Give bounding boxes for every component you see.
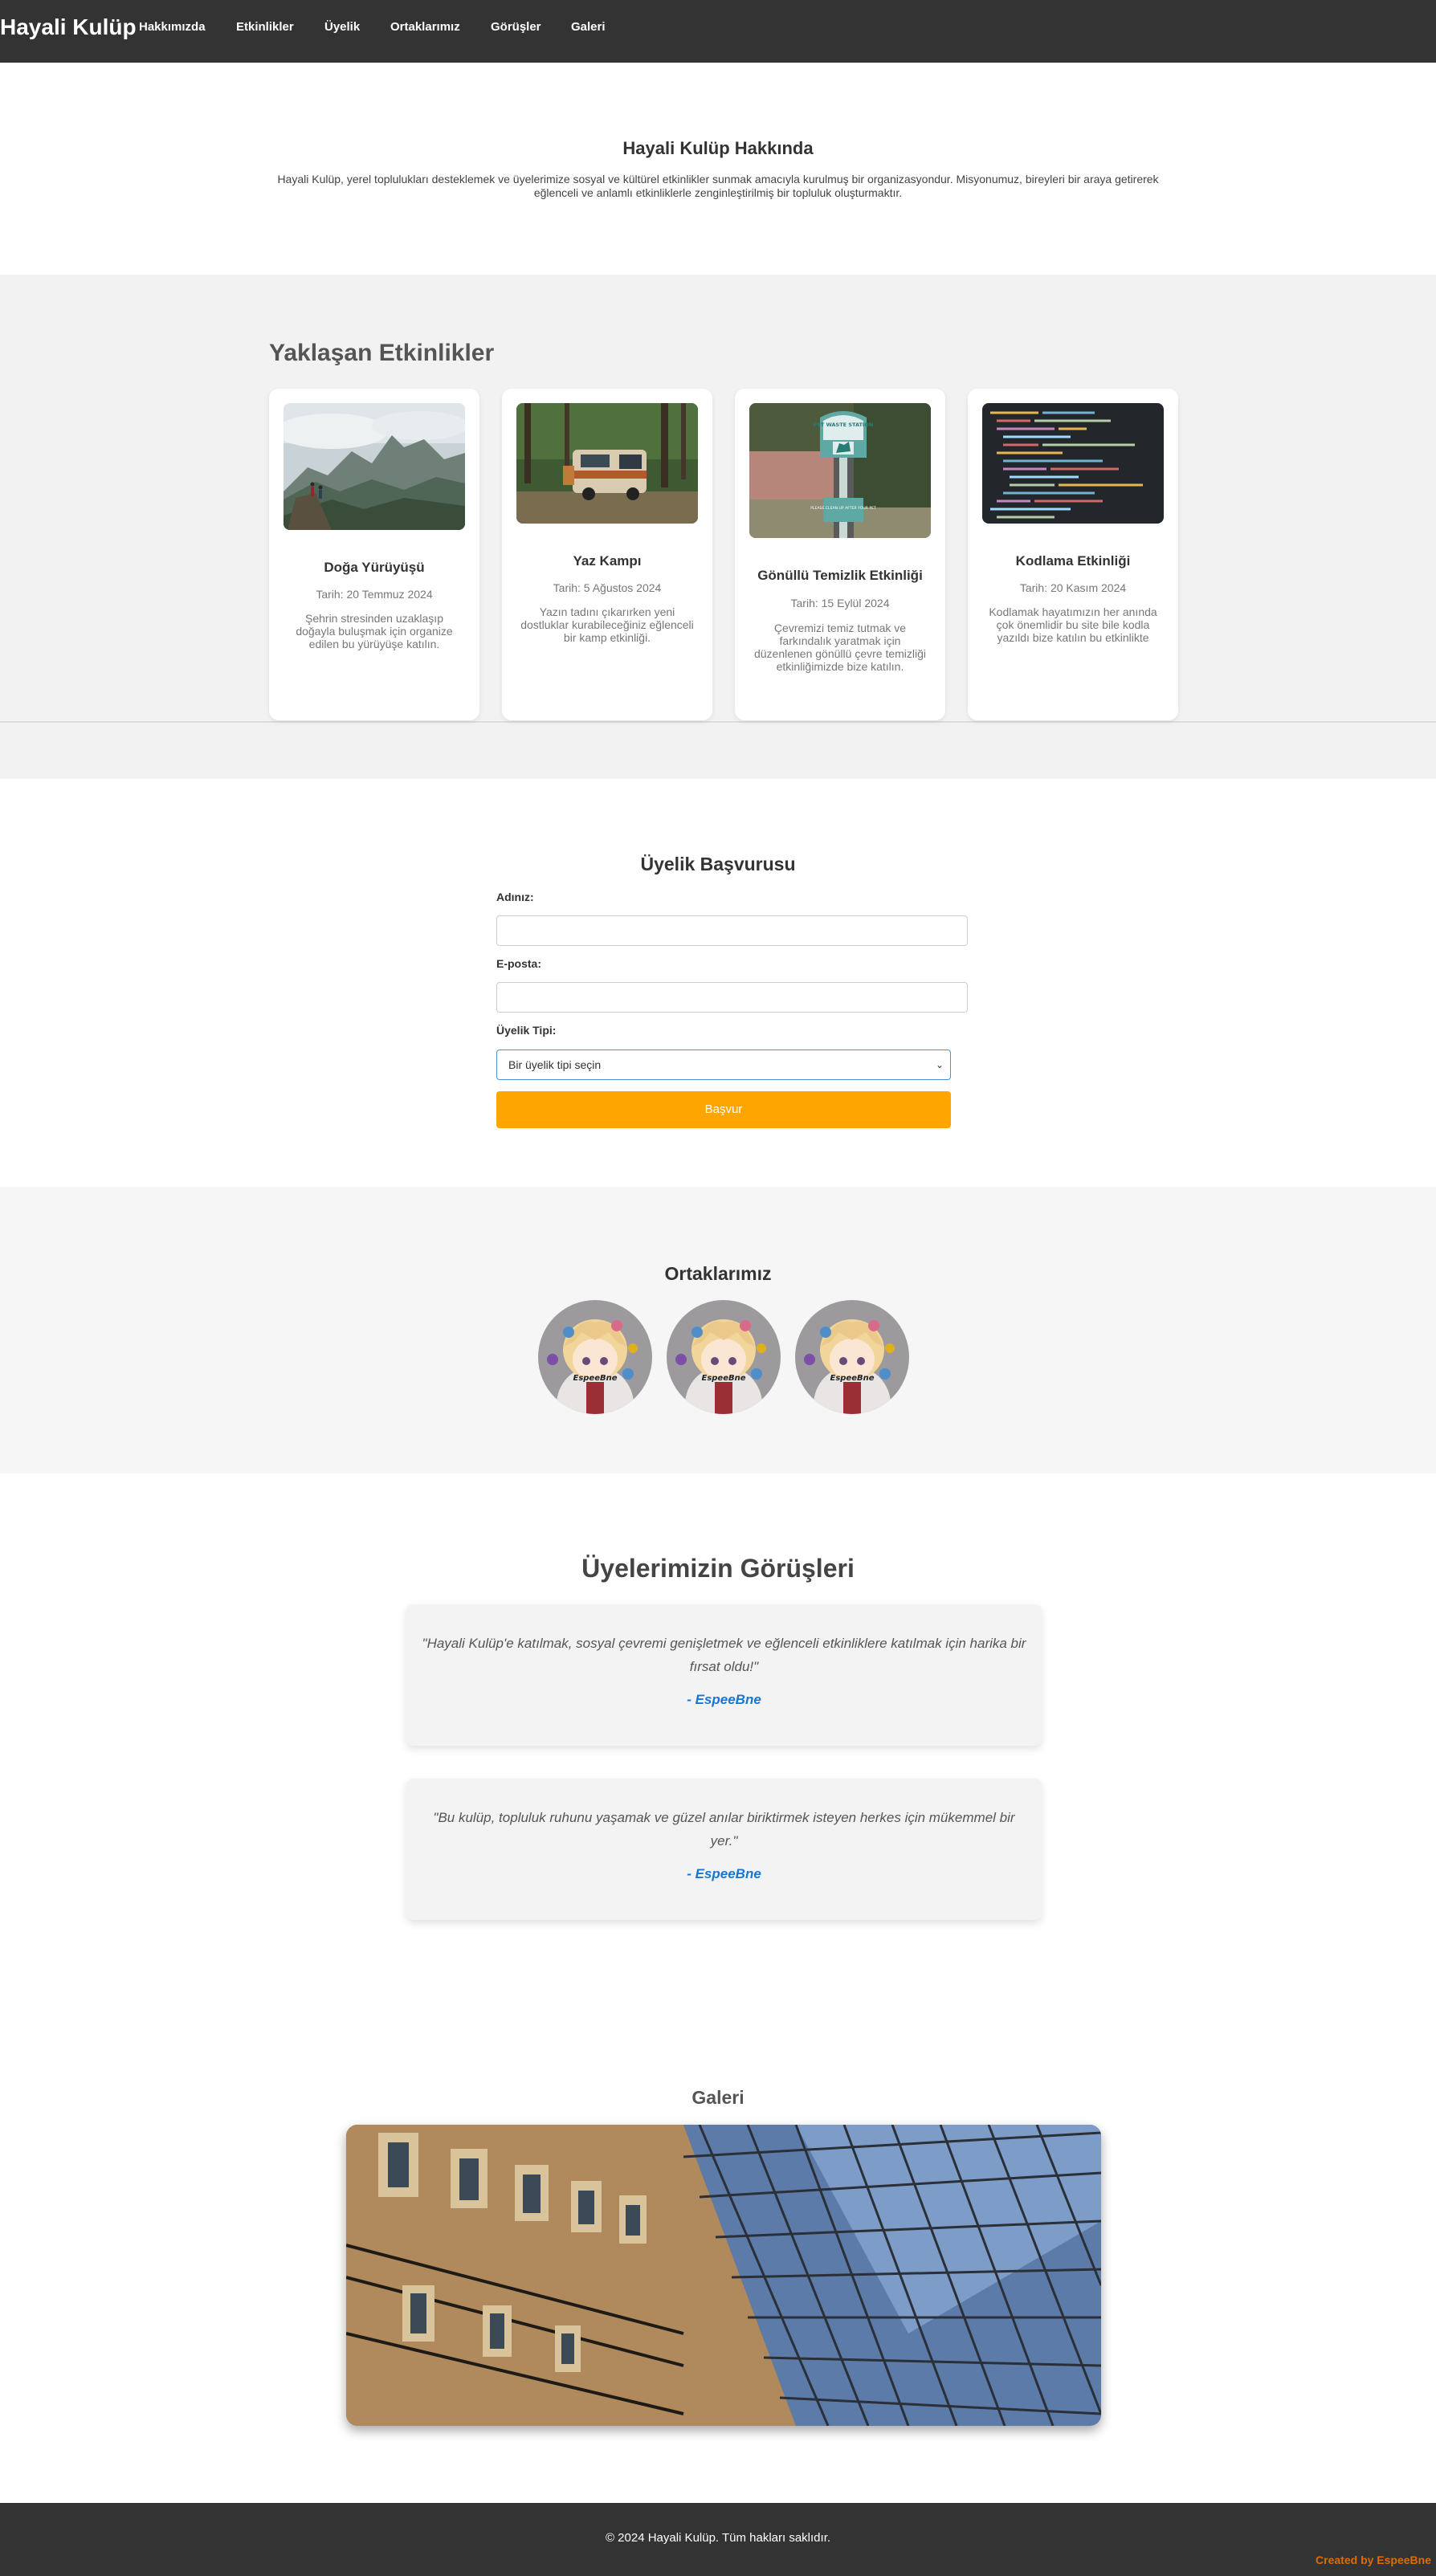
about-text: Hayali Kulüp, yerel toplulukları destekl… [277,173,1159,199]
testimonial-card: "Hayali Kulüp'e katılmak, sosyal çevremi… [406,1604,1042,1746]
gallery-title: Galeri [691,2087,745,2108]
membership-type-value: Bir üyelik tipi seçin [508,1058,602,1071]
membership-title: Üyelik Başvurusu [640,854,796,874]
testimonial-author[interactable]: - EspeeBne [406,1865,1042,1883]
code-screen-photo [982,403,1164,524]
site-footer: © 2024 Hayali Kulüp. Tüm hakları saklıdı… [0,2503,1436,2576]
nav-link-partners[interactable]: Ortaklarımız [390,19,460,35]
footer-credit[interactable]: Created by EspeeBne [1316,2553,1431,2567]
partners-title: Ortaklarımız [664,1263,772,1284]
section-divider [0,721,1436,723]
gallery-arcade-building-photo[interactable] [346,2125,1101,2426]
events-title: Yaklaşan Etkinlikler [269,340,495,366]
event-date: Tarih: 20 Temmuz 2024 [316,588,433,601]
chevron-down-icon: ⌄ [935,1059,944,1070]
partner-logo[interactable]: EspeeBne [795,1300,909,1414]
name-label: Adınız: [496,891,534,903]
event-title: Doğa Yürüyüşü [324,560,425,575]
event-card-camp: Yaz Kampı Tarih: 5 Ağustos 2024 Yazın ta… [502,389,712,720]
partner-logo-text: EspeeBne [830,1374,874,1383]
event-date: Tarih: 5 Ağustos 2024 [553,581,662,594]
sign-bottom-text: PLEASE CLEAN UP AFTER YOUR PET [810,506,876,511]
event-description: Şehrin stresinden uzaklaşıp doğayla bulu… [296,612,453,650]
testimonials-title: Üyelerimizin Görüşleri [581,1554,855,1583]
testimonial-author[interactable]: - EspeeBne [406,1691,1042,1709]
event-title: Kodlama Etkinliği [1015,553,1131,569]
event-card-hike: Doğa Yürüyüşü Tarih: 20 Temmuz 2024 Şehr… [269,389,479,720]
testimonial-card: "Bu kulüp, topluluk ruhunu yaşamak ve gü… [406,1779,1042,1920]
nav-link-membership[interactable]: Üyelik [324,19,360,35]
event-description: Çevremizi temiz tutmak ve farkındalık ya… [753,622,927,673]
testimonial-quote: "Bu kulüp, topluluk ruhunu yaşamak ve gü… [433,1810,1015,1848]
event-card-coding: Kodlama Etkinliği Tarih: 20 Kasım 2024 K… [968,389,1178,720]
nav-link-testimonials[interactable]: Görüşler [491,19,541,35]
top-nav: Hayali Kulüp Hakkımızda Etkinlikler Üyel… [0,0,1436,63]
email-input[interactable] [496,982,968,1013]
event-date: Tarih: 15 Eylül 2024 [790,597,890,609]
event-description: Kodlamak hayatımızın her anında çok önem… [989,605,1157,644]
email-label: E-posta: [496,957,541,970]
events-section [0,275,1436,779]
footer-copyright: © 2024 Hayali Kulüp. Tüm hakları saklıdı… [605,2531,831,2545]
membership-type-select[interactable]: Bir üyelik tipi seçin ⌄ [496,1050,951,1080]
nav-link-about[interactable]: Hakkımızda [139,19,206,35]
event-title: Yaz Kampı [573,553,642,569]
event-description: Yazın tadını çıkarırken yeni dostluklar … [520,605,694,644]
membership-type-label: Üyelik Tipi: [496,1024,557,1037]
partner-logo[interactable]: EspeeBne [538,1300,652,1414]
nav-link-events[interactable]: Etkinlikler [236,19,294,35]
partner-logo-text: EspeeBne [701,1374,745,1383]
event-date: Tarih: 20 Kasım 2024 [1019,581,1127,594]
sign-top-text: PET WASTE STATION [814,422,874,428]
camper-van-forest-photo [516,403,698,524]
nav-link-gallery[interactable]: Galeri [571,19,606,35]
pet-waste-station-photo: PET WASTE STATION PLEASE CLEAN UP AFTER … [749,403,931,538]
submit-application-button[interactable]: Başvur [496,1091,951,1128]
name-input[interactable] [496,915,968,946]
partner-logo[interactable]: EspeeBne [667,1300,781,1414]
partner-logo-text: EspeeBne [573,1374,617,1383]
site-brand[interactable]: Hayali Kulüp [0,13,137,42]
mountain-hikers-photo [284,403,465,530]
event-title: Gönüllü Temizlik Etkinliği [757,568,923,583]
testimonial-quote: "Hayali Kulüp'e katılmak, sosyal çevremi… [422,1636,1026,1674]
about-title: Hayali Kulüp Hakkında [622,138,814,158]
event-card-cleanup: PET WASTE STATION PLEASE CLEAN UP AFTER … [735,389,945,720]
